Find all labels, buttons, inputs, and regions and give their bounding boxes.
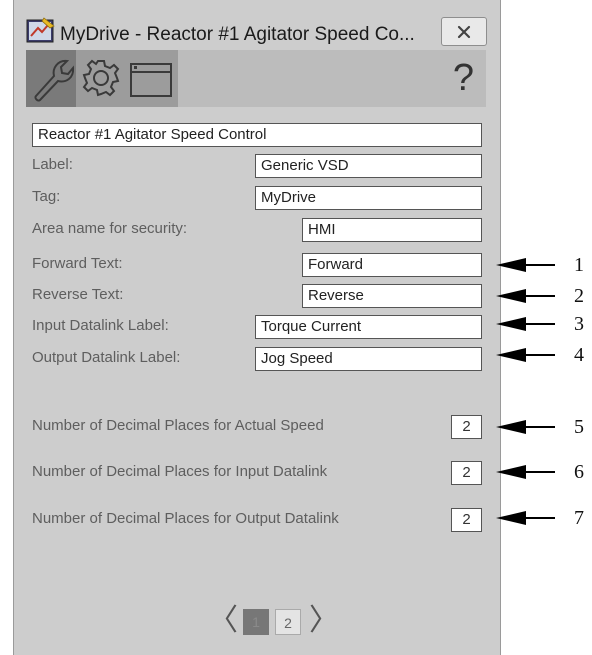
callout-arrow-5 [496,420,555,434]
callout-number-7: 7 [574,507,584,529]
callout-arrow-7 [496,511,555,525]
callout-number-2: 2 [574,285,584,307]
callout-arrow-2 [496,289,555,303]
callout-number-6: 6 [574,461,584,483]
callout-number-3: 3 [574,313,584,335]
callout-number-4: 4 [574,344,584,366]
callout-number-1: 1 [574,254,584,276]
callout-arrow-4 [496,348,555,362]
callout-arrow-1 [496,258,555,272]
callout-arrow-3 [496,317,555,331]
callout-arrows [496,258,555,525]
callout-arrow-6 [496,465,555,479]
callout-number-5: 5 [574,416,584,438]
